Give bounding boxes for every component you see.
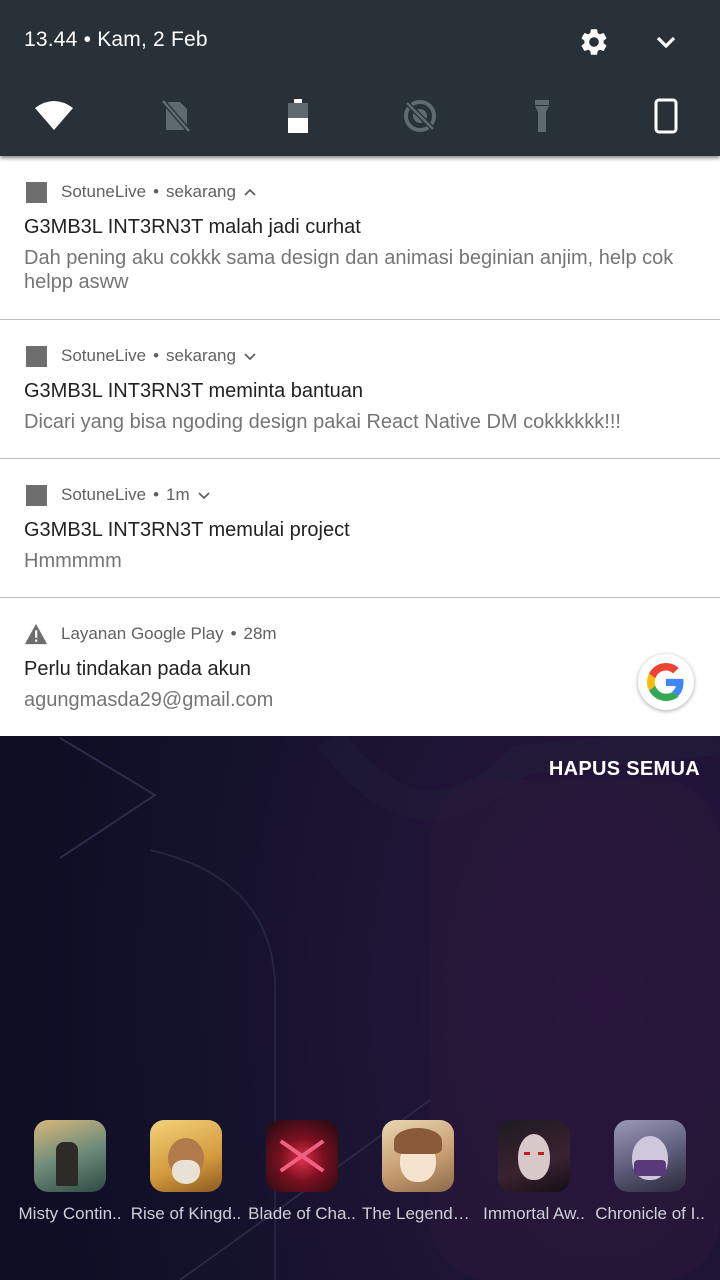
notification-item[interactable]: SotuneLive • sekarang G3MB3L INT3RN3T me… — [0, 320, 720, 459]
separator-dot: • — [83, 28, 98, 51]
app-shortcut[interactable]: Blade of Cha.. — [244, 1120, 360, 1224]
separator-dot: • — [153, 182, 160, 201]
quick-settings-panel: 13.44 • Kam, 2 Feb — [0, 0, 720, 156]
expand-chevron-down-icon[interactable] — [650, 26, 682, 58]
chronicle-app-icon[interactable] — [614, 1120, 686, 1192]
app-name: SotuneLive — [61, 346, 147, 365]
notification-time: sekarang — [166, 182, 236, 201]
wifi-icon[interactable] — [30, 92, 78, 140]
the-legend-app-icon[interactable] — [382, 1120, 454, 1192]
notification-title: G3MB3L INT3RN3T meminta bantuan — [24, 380, 364, 402]
app-label: The Legend o.. — [362, 1204, 476, 1223]
app-label: Chronicle of I.. — [595, 1204, 705, 1223]
date-time: 13.44 • Kam, 2 Feb — [24, 28, 208, 52]
separator-dot: • — [153, 485, 160, 504]
notification-time: 28m — [243, 624, 277, 643]
notification-list: SotuneLive • sekarang G3MB3L INT3RN3T ma… — [0, 156, 720, 736]
chevron-down-icon[interactable] — [197, 488, 211, 502]
blade-of-chaos-app-icon[interactable] — [266, 1120, 338, 1192]
notification-body: Dah pening aku cokkk sama design dan ani… — [24, 247, 674, 293]
app-label: Misty Contin.. — [18, 1204, 122, 1223]
app-shortcut[interactable]: Immortal Aw.. — [476, 1120, 592, 1224]
chevron-up-icon[interactable] — [243, 185, 257, 199]
immortal-awakening-app-icon[interactable] — [498, 1120, 570, 1192]
app-square-icon — [24, 344, 48, 368]
no-sim-icon[interactable] — [152, 92, 200, 140]
app-name: SotuneLive — [61, 485, 147, 504]
notification-title: G3MB3L INT3RN3T memulai project — [24, 519, 350, 541]
app-label: Immortal Aw.. — [483, 1204, 585, 1223]
quick-tiles-row — [0, 92, 720, 140]
notification-item[interactable]: SotuneLive • 1m G3MB3L INT3RN3T memulai … — [0, 459, 720, 598]
notification-body: Hmmmmm — [24, 550, 122, 572]
app-name: Layanan Google Play — [61, 624, 224, 643]
notification-title: Perlu tindakan pada akun — [24, 658, 251, 680]
rise-of-kingdoms-app-icon[interactable] — [150, 1120, 222, 1192]
notification-time: 1m — [166, 485, 190, 504]
clock-time: 13.44 — [24, 28, 78, 51]
app-label: Rise of Kingd.. — [130, 1204, 242, 1223]
warning-triangle-icon — [24, 622, 48, 646]
notification-body: agungmasda29@gmail.com — [24, 689, 274, 711]
notification-body: Dicari yang bisa ngoding design pakai Re… — [24, 411, 621, 433]
chevron-down-icon[interactable] — [243, 349, 257, 363]
app-shortcut[interactable]: Rise of Kingd.. — [128, 1120, 244, 1224]
separator-dot: • — [153, 346, 160, 365]
app-label: Blade of Cha.. — [248, 1204, 356, 1223]
portrait-rotation-icon[interactable] — [642, 92, 690, 140]
clear-all-button[interactable]: HAPUS SEMUA — [530, 758, 700, 790]
misty-continent-app-icon[interactable] — [34, 1120, 106, 1192]
notification-header: SotuneLive • sekarang — [24, 344, 257, 368]
settings-gear-icon[interactable] — [578, 26, 610, 58]
app-name: SotuneLive — [61, 182, 147, 201]
date-text: Kam, 2 Feb — [97, 28, 208, 51]
app-square-icon — [24, 180, 48, 204]
notification-header: Layanan Google Play • 28m — [24, 622, 277, 646]
app-shortcut[interactable]: Misty Contin.. — [12, 1120, 128, 1224]
app-shortcut[interactable]: The Legend o.. — [360, 1120, 476, 1224]
separator-dot: • — [230, 624, 237, 643]
google-logo-icon — [638, 654, 694, 710]
app-square-icon — [24, 483, 48, 507]
app-shortcut[interactable]: Chronicle of I.. — [592, 1120, 708, 1224]
app-dock: Misty Contin.. Rise of Kingd.. Blade of … — [0, 1120, 720, 1230]
data-saver-off-icon[interactable] — [396, 92, 444, 140]
notification-item[interactable]: SotuneLive • sekarang G3MB3L INT3RN3T ma… — [0, 156, 720, 320]
notification-title: G3MB3L INT3RN3T malah jadi curhat — [24, 216, 361, 238]
notification-item[interactable]: Layanan Google Play • 28m Perlu tindakan… — [0, 598, 720, 736]
notification-time: sekarang — [166, 346, 236, 365]
notification-header: SotuneLive • sekarang — [24, 180, 257, 204]
notification-header: SotuneLive • 1m — [24, 483, 211, 507]
flashlight-icon[interactable] — [518, 92, 566, 140]
battery-icon[interactable] — [274, 92, 322, 140]
